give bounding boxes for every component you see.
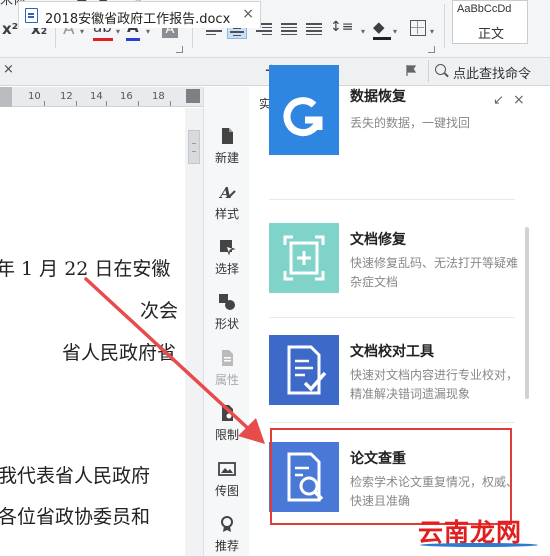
command-search-placeholder: 点此查找命令 <box>453 67 532 82</box>
tool-name: 文档校对工具 <box>350 344 434 360</box>
ruler-mark: 10 <box>28 91 41 102</box>
ruler-mark: 12 <box>60 91 73 102</box>
paragraph-dialog-launcher-icon[interactable] <box>428 46 435 53</box>
tool-desc: 快速修复乱码、无法打开等疑难杂症文档 <box>350 256 519 289</box>
borders-icon[interactable] <box>410 20 426 36</box>
strip-label: 形状 <box>214 317 239 331</box>
borders-dropdown-icon[interactable]: ▾ <box>430 28 434 36</box>
side-tool-strip: 新建 A 样式 选择 形状 属性 限制 传图 推荐 <box>203 87 249 556</box>
horizontal-ruler[interactable]: 10 12 14 16 18 <box>0 87 203 107</box>
distributed-align-button[interactable] <box>304 21 324 39</box>
text-effect-dropdown-icon[interactable]: ▾ <box>80 28 84 36</box>
tool-desc: 丢失的数据，一键找回 <box>350 116 471 130</box>
style-normal[interactable]: AaBbCcDd 正文 <box>452 0 528 44</box>
ruler-mark: 16 <box>120 91 133 102</box>
tool-name: 文档修复 <box>350 232 406 248</box>
strip-label: 新建 <box>214 151 239 165</box>
shading-dropdown-icon[interactable]: ▾ <box>393 28 397 36</box>
flag-icon[interactable] <box>406 65 417 76</box>
watermark-logo: 云南龙网 <box>418 513 548 547</box>
word-doc-icon <box>25 8 38 23</box>
tool-name: 数据恢复 <box>350 89 406 105</box>
watermark-swoosh <box>420 543 538 547</box>
panel-dock-icon[interactable]: ↙ <box>493 93 504 108</box>
ruler-mark: 18 <box>152 91 165 102</box>
ruler-mark: 14 <box>90 91 103 102</box>
document-repair-tile <box>269 223 339 293</box>
ruler-toggle-icon[interactable] <box>186 89 200 103</box>
repair-plus-icon <box>283 235 325 281</box>
document-line: 年 1 月 22 日在安徽 <box>0 258 171 280</box>
document-line: 我代表省人民政府 <box>0 465 151 487</box>
restrict-icon <box>222 405 233 421</box>
font-color-dropdown-icon[interactable]: ▾ <box>146 28 150 36</box>
style-name: 正文 <box>477 27 504 42</box>
superscript-button[interactable]: x² <box>2 22 18 37</box>
document-tab[interactable]: 2018安徽省政府工作报告.docx × <box>18 1 261 28</box>
font-dialog-launcher-icon[interactable] <box>176 46 183 53</box>
proofread-check-icon <box>287 345 327 395</box>
command-search[interactable]: 点此查找命令 <box>428 60 550 82</box>
line-spacing-icon[interactable]: ↕≡ <box>330 20 353 34</box>
document-scrollbar[interactable] <box>185 108 203 556</box>
shapes-icon <box>219 294 235 310</box>
document-line: 省人民政府省 <box>62 342 177 364</box>
strip-label: 传图 <box>214 484 239 498</box>
document-page[interactable]: 年 1 月 22 日在安徽 次会 省人民政府省 我代表省人民政府 各位省政协委员… <box>0 108 185 556</box>
style-preview-text: AaBbCcDd <box>457 3 512 15</box>
strip-label: 推荐 <box>214 539 239 553</box>
data-recovery-tile <box>269 65 339 155</box>
scrollbar-thumb[interactable] <box>188 130 200 164</box>
search-icon <box>435 64 446 75</box>
shading-fill-icon[interactable]: ◆ <box>373 20 385 35</box>
select-cursor-icon <box>220 240 236 256</box>
strip-label: 属性 <box>214 373 239 387</box>
tool-desc: 快速对文档内容进行专业校对，精准解决错词遗漏现象 <box>350 368 519 401</box>
highlight-box <box>270 428 512 525</box>
justify-button[interactable] <box>279 21 299 39</box>
svg-text:A: A <box>218 184 232 201</box>
shading-fill-color <box>373 37 391 40</box>
strip-label: 样式 <box>214 207 239 221</box>
close-tab-icon[interactable]: × <box>242 6 254 22</box>
close-pane-icon[interactable]: × <box>3 62 14 77</box>
document-line: 各位省政协委员和 <box>0 506 151 528</box>
panel-scrollbar[interactable] <box>525 227 529 399</box>
proofreading-tile <box>269 335 339 405</box>
style-icon: A <box>218 184 236 201</box>
properties-icon <box>222 350 233 366</box>
strip-label: 选择 <box>214 262 239 276</box>
new-doc-icon <box>222 128 233 144</box>
document-line: 次会 <box>140 300 179 322</box>
document-tab-title: 2018安徽省政府工作报告.docx <box>45 12 231 27</box>
line-spacing-dropdown-icon[interactable]: ▾ <box>361 28 365 36</box>
highlight-dropdown-icon[interactable]: ▾ <box>116 28 120 36</box>
strip-label: 限制 <box>214 428 239 442</box>
upload-image-icon <box>218 462 236 476</box>
recovery-g-icon <box>283 97 323 137</box>
recommend-icon <box>221 516 233 532</box>
panel-close-icon[interactable]: × <box>513 92 525 108</box>
